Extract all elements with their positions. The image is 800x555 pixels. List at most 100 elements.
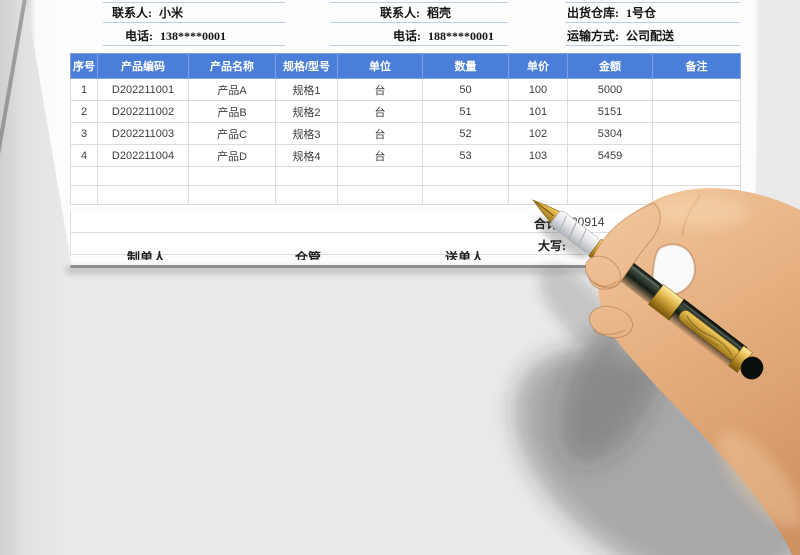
table-row: 2 D202211002 产品B 规格2 台 51 101 5151 bbox=[70, 100, 741, 123]
field-underline bbox=[103, 2, 285, 3]
table-header-cell: 备注 bbox=[652, 53, 741, 79]
field-value: 稻壳 bbox=[427, 6, 452, 20]
total-label: 合计: bbox=[534, 217, 562, 231]
table-cell bbox=[652, 122, 741, 145]
table-cell bbox=[567, 185, 653, 205]
table-cell: 产品D bbox=[188, 144, 276, 167]
field-shipping: 运输方式: 公司配送 bbox=[567, 28, 674, 44]
table-cell: 规格3 bbox=[275, 122, 338, 145]
table-cell: 3 bbox=[70, 122, 98, 145]
table-cell: 101 bbox=[508, 100, 568, 123]
pen-cap bbox=[667, 298, 748, 369]
signer-label: 制单人 bbox=[127, 251, 167, 260]
field-contact-left: 联系人: 小米 bbox=[112, 5, 183, 21]
field-underline bbox=[565, 22, 740, 23]
table-header-cell: 单价 bbox=[508, 53, 568, 79]
field-contact-mid: 联系人: 稻壳 bbox=[380, 5, 451, 21]
table-cell: 台 bbox=[337, 78, 423, 101]
table-header-cell: 规格/型号 bbox=[275, 53, 338, 79]
table-cell: 50 bbox=[422, 78, 509, 101]
table-cell bbox=[337, 185, 423, 205]
pen-gold-ring-end bbox=[728, 345, 753, 373]
field-underline bbox=[103, 45, 285, 46]
table-cell bbox=[422, 166, 509, 186]
pen-cap-tip bbox=[740, 356, 764, 380]
field-underline bbox=[330, 45, 508, 46]
table-cell: D202211001 bbox=[97, 78, 189, 101]
table-header-cell: 产品编码 bbox=[97, 53, 189, 79]
field-label: 出货仓库: bbox=[567, 6, 619, 20]
table-cell: 规格1 bbox=[275, 78, 338, 101]
table-cell bbox=[337, 166, 423, 186]
table-cell: 台 bbox=[337, 100, 423, 123]
field-label: 联系人: bbox=[112, 6, 152, 20]
table-cell: 51 bbox=[422, 100, 509, 123]
table-cell bbox=[97, 166, 189, 186]
table-cell: D202211004 bbox=[97, 144, 189, 167]
table-cell: 产品B bbox=[188, 100, 276, 123]
table-cell bbox=[567, 166, 653, 186]
table-cell: 4 bbox=[70, 144, 98, 167]
table-cell: 规格2 bbox=[275, 100, 338, 123]
table-cell bbox=[652, 144, 741, 167]
field-phone-left: 电话: 138****0001 bbox=[125, 28, 226, 44]
pen-clip bbox=[678, 310, 740, 361]
table-cell bbox=[652, 185, 741, 205]
table-header-cell: 金额 bbox=[567, 53, 653, 79]
table-body: 1 D202211001 产品A 规格1 台 50 100 5000 2 D202211002 产品… bbox=[70, 78, 741, 205]
field-label: 运输方式: bbox=[567, 29, 619, 43]
field-value: 小米 bbox=[159, 6, 184, 20]
total-row: 合计: 20914 bbox=[70, 211, 740, 233]
table-cell bbox=[508, 166, 568, 186]
table-cell: 5000 bbox=[567, 78, 653, 101]
field-label: 联系人: bbox=[380, 6, 420, 20]
product-table: 序号 产品编码 产品名称 规格/型号 单位 数量 单价 金额 备注 1 D202211001 产品A… bbox=[70, 53, 741, 205]
table-cell bbox=[70, 185, 98, 205]
table-cell bbox=[652, 100, 741, 123]
field-value: 188****0001 bbox=[428, 29, 494, 43]
table-cell: 5304 bbox=[567, 122, 653, 145]
table-cell: 2 bbox=[70, 100, 98, 123]
table-cell: 产品A bbox=[188, 78, 276, 101]
table-cell: 103 bbox=[508, 144, 568, 167]
total-value: 20914 bbox=[571, 215, 605, 229]
paper-bottom-shadow bbox=[66, 267, 760, 277]
signer-label: 送单人 bbox=[445, 251, 485, 260]
field-label: 电话: bbox=[393, 29, 421, 43]
table-cell: 规格4 bbox=[275, 144, 338, 167]
middle-fingertip bbox=[588, 305, 634, 339]
table-cell: 台 bbox=[337, 144, 423, 167]
field-value: 公司配送 bbox=[626, 29, 675, 43]
table-cell: 100 bbox=[508, 78, 568, 101]
table-cell bbox=[188, 166, 276, 186]
signer-label: 仓管 bbox=[295, 251, 322, 260]
field-underline bbox=[103, 22, 285, 23]
field-label: 电话: bbox=[125, 29, 153, 43]
table-header-cell: 序号 bbox=[70, 53, 98, 79]
table-cell: 102 bbox=[508, 122, 568, 145]
table-header-cell: 数量 bbox=[422, 53, 509, 79]
table-cell bbox=[422, 185, 509, 205]
field-underline bbox=[330, 22, 508, 23]
field-phone-mid: 电话: 188****0001 bbox=[393, 28, 494, 44]
table-row: 3 D202211003 产品C 规格3 台 52 102 5304 bbox=[70, 122, 741, 145]
signature-row: 制单人 仓管 送单人 bbox=[70, 251, 740, 260]
table-cell: D202211003 bbox=[97, 122, 189, 145]
table-cell: 台 bbox=[337, 122, 423, 145]
table-header-row: 序号 产品编码 产品名称 规格/型号 单位 数量 单价 金额 备注 bbox=[70, 53, 741, 79]
field-underline bbox=[565, 2, 740, 3]
photo-of-delivery-note: 联系人: 小米 电话: 138****0001 联系人: 稻壳 电话: 188****0… bbox=[0, 0, 800, 555]
table-cell bbox=[652, 166, 741, 186]
field-value: 138****0001 bbox=[160, 29, 226, 43]
table-cell: 52 bbox=[422, 122, 509, 145]
table-cell: D202211002 bbox=[97, 100, 189, 123]
field-underline bbox=[565, 45, 740, 46]
table-cell bbox=[652, 78, 741, 101]
table-cell: 1 bbox=[70, 78, 98, 101]
table-cell: 53 bbox=[422, 144, 509, 167]
table-cell: 5459 bbox=[567, 144, 653, 167]
paper-left-edge bbox=[0, 0, 27, 271]
table-row: 1 D202211001 产品A 规格1 台 50 100 5000 bbox=[70, 78, 741, 101]
table-row: 4 D202211004 产品D 规格4 台 53 103 5459 bbox=[70, 144, 741, 167]
table-cell bbox=[70, 166, 98, 186]
